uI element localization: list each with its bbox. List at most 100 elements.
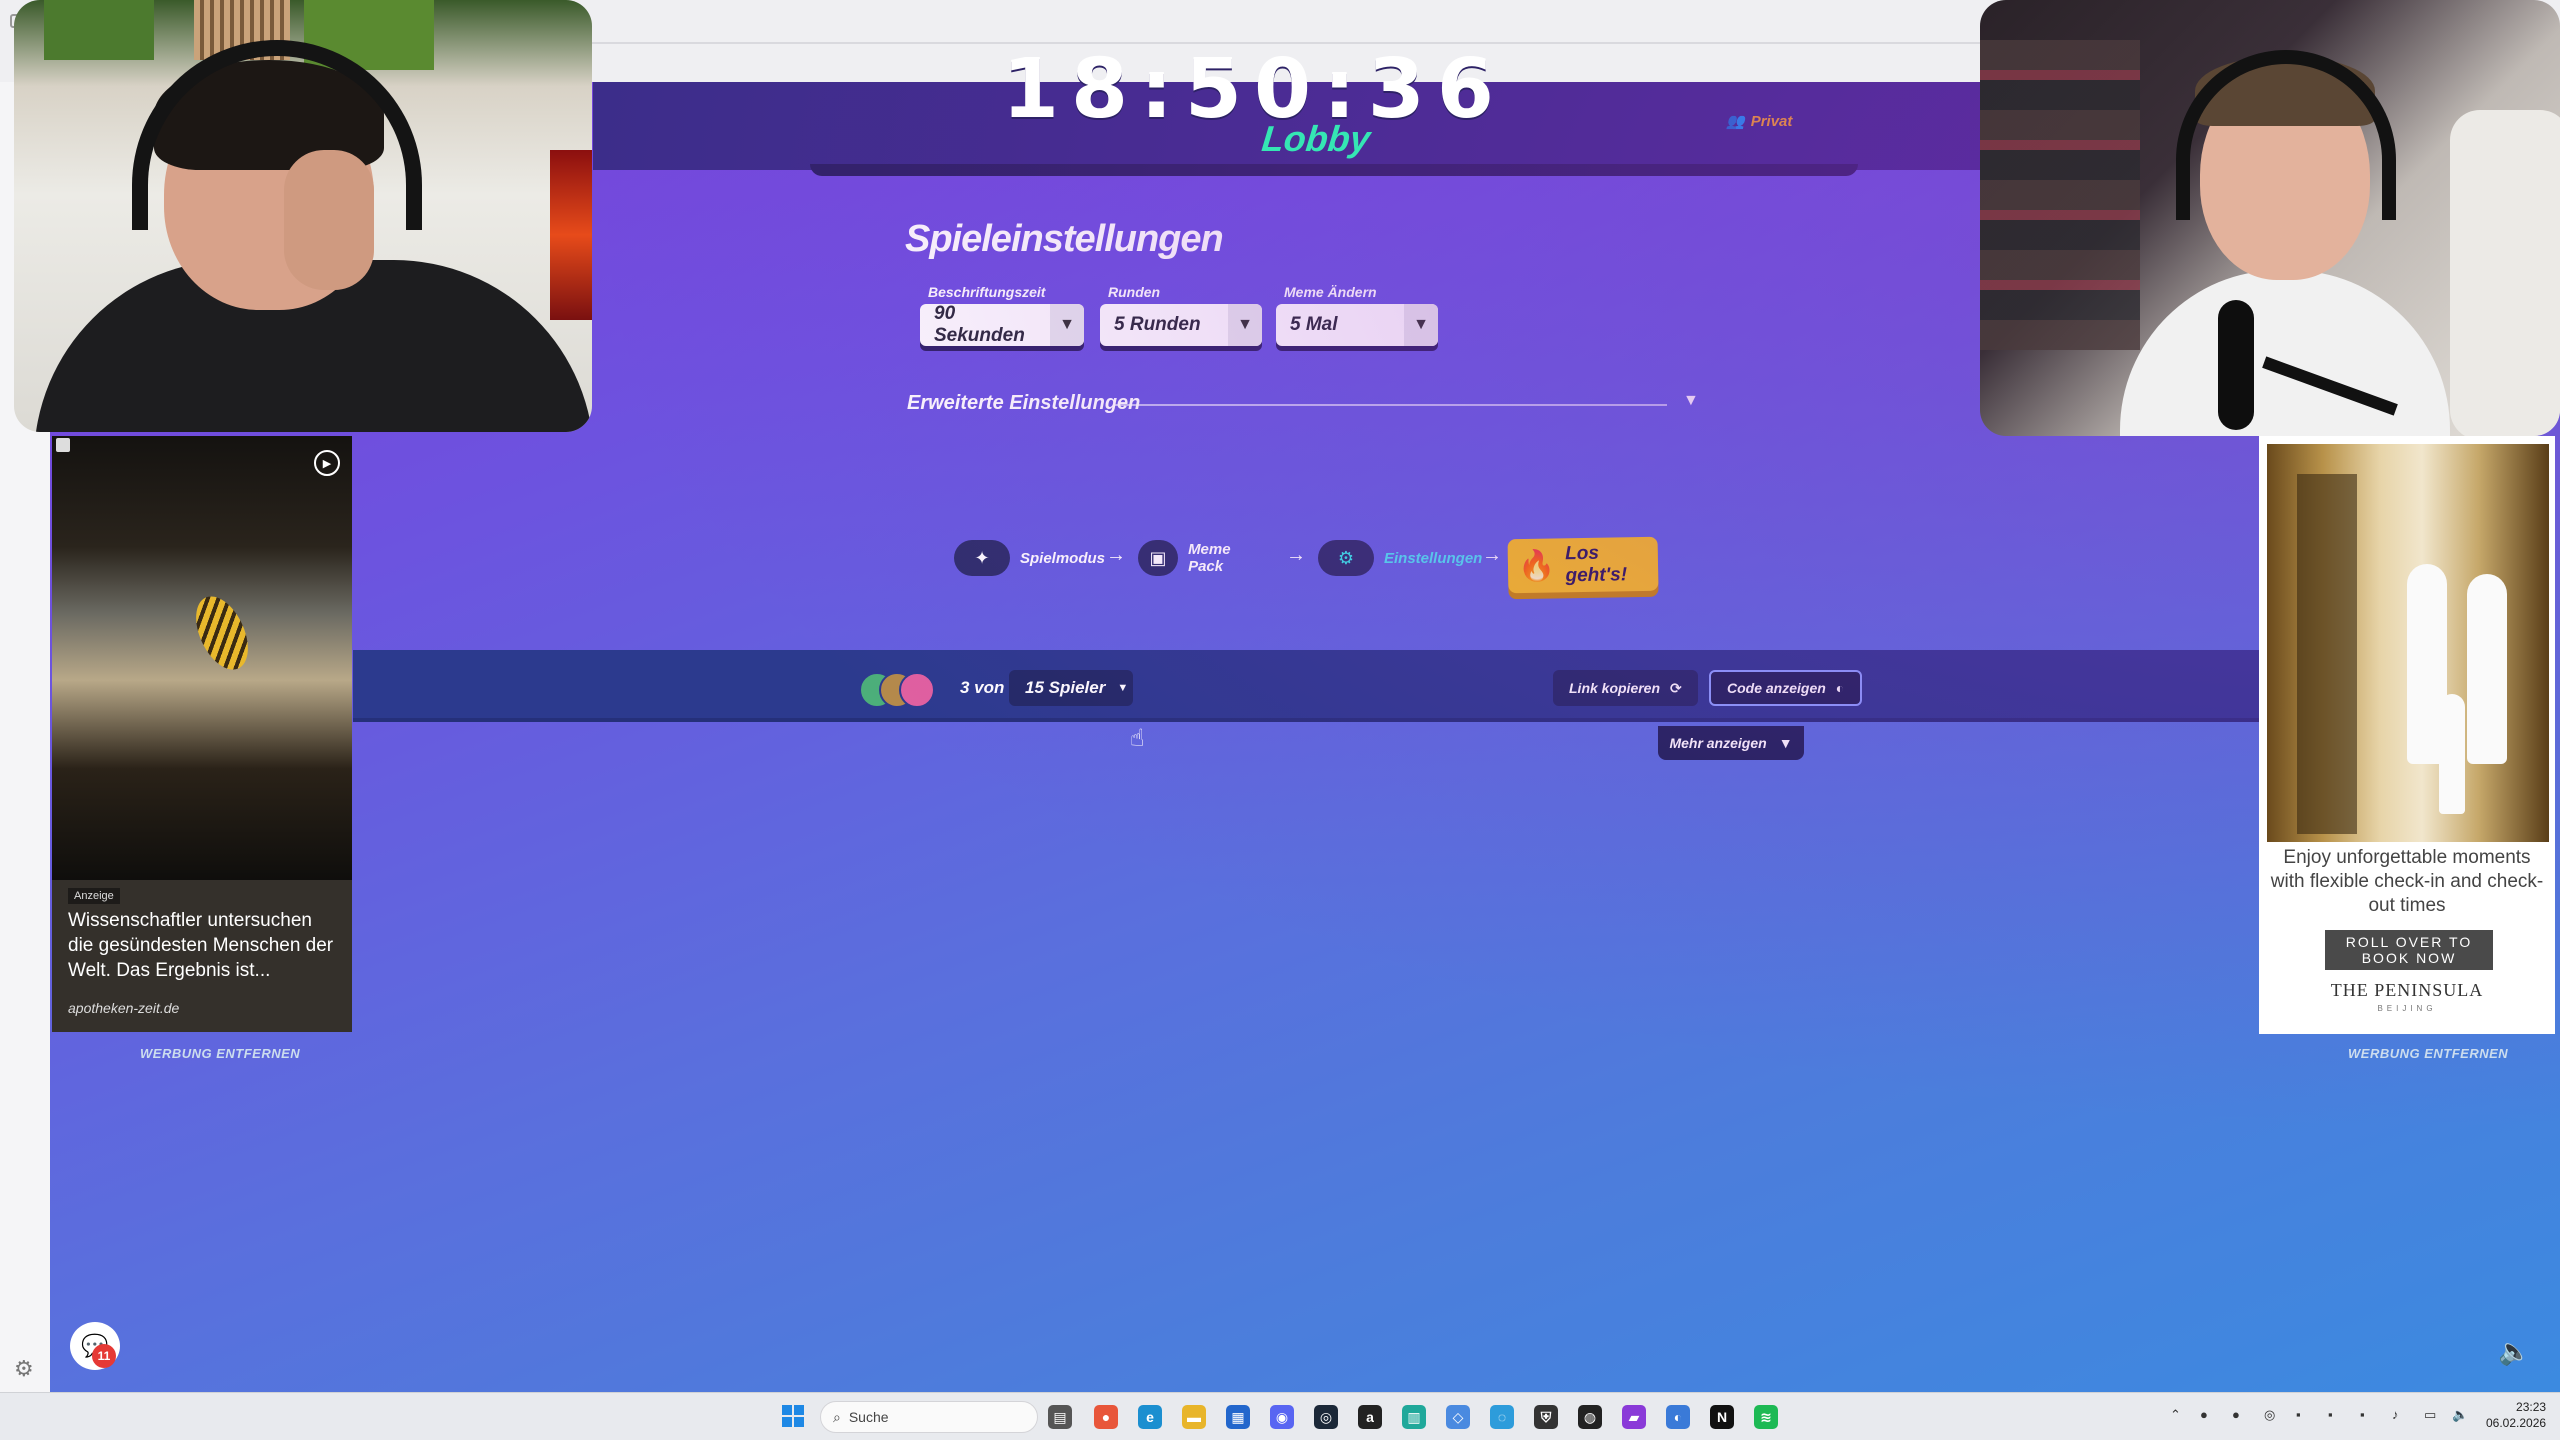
- show-code-button[interactable]: Code anzeigen ◐: [1709, 670, 1863, 706]
- app-a-icon[interactable]: a: [1358, 1405, 1382, 1429]
- audio-app-icon[interactable]: ▥: [1402, 1405, 1426, 1429]
- field-label: Meme Ändern: [1284, 284, 1377, 300]
- caret-down-icon: ▼: [1117, 682, 1129, 694]
- player-bar: 3 von 15 Spieler ▼ Link kopieren ⟳ Code …: [353, 650, 2312, 722]
- ad-person-figure: [2467, 574, 2507, 764]
- taskbar-search[interactable]: ⌕ Suche: [820, 1401, 1038, 1433]
- step-meme-pack[interactable]: ▣ Meme Pack: [1138, 540, 1247, 576]
- start-game-button[interactable]: 🔥 Los geht's!: [1507, 536, 1659, 594]
- volume-icon[interactable]: 🔈: [2452, 1407, 2468, 1423]
- field-meme-change: Meme Ändern 5 Mal ▼: [1276, 284, 1438, 346]
- star-wand-icon: ✦: [954, 540, 1010, 576]
- ad-image: [52, 436, 352, 880]
- step-settings[interactable]: ⚙ Einstellungen: [1318, 540, 1482, 576]
- field-label: Runden: [1108, 284, 1161, 300]
- system-time: 23:23: [2516, 1400, 2547, 1414]
- ad-brand: THE PENINSULA: [2330, 980, 2484, 1000]
- advanced-settings-label: Erweiterte Einstellungen: [907, 392, 1141, 414]
- tray-app-icon[interactable]: ◎: [2264, 1407, 2275, 1423]
- firefox-icon[interactable]: ●: [1094, 1405, 1118, 1429]
- tray-app-icon[interactable]: ●: [2200, 1407, 2208, 1422]
- remove-ads-link-left[interactable]: WERBUNG ENTFERNEN: [140, 1046, 300, 1061]
- folder-icon[interactable]: ▬: [1182, 1405, 1206, 1429]
- caret-down-icon: ▼: [1228, 304, 1262, 346]
- fireplace: [550, 150, 592, 320]
- settings-gear-icon[interactable]: ⚙: [14, 1356, 34, 1382]
- advanced-settings-toggle[interactable]: Erweiterte Einstellungen ▼: [907, 392, 1699, 422]
- select-value: 5 Mal: [1290, 314, 1338, 335]
- ad-left[interactable]: ▶ Anzeige Wissenschaftler untersuchen di…: [52, 436, 352, 1032]
- notion-icon[interactable]: N: [1710, 1405, 1734, 1429]
- meme-change-select[interactable]: 5 Mal ▼: [1276, 304, 1438, 346]
- app-icon[interactable]: ◍: [1578, 1405, 1602, 1429]
- step-label: Einstellungen: [1384, 549, 1483, 567]
- show-code-label: Code anzeigen: [1727, 680, 1826, 696]
- select-value: 5 Runden: [1114, 314, 1201, 335]
- webcam-left: [14, 0, 592, 432]
- ad-source[interactable]: apotheken-zeit.de: [68, 1000, 179, 1016]
- tray-app-icon[interactable]: ▪: [2360, 1407, 2365, 1422]
- app-icon[interactable]: ▰: [1622, 1405, 1646, 1429]
- windows-start-icon[interactable]: [782, 1405, 804, 1427]
- streamer-hand: [284, 150, 374, 290]
- system-clock[interactable]: 23:23 06.02.2026: [2486, 1399, 2546, 1431]
- app-icon[interactable]: ◐: [1666, 1405, 1690, 1429]
- arrow-right-icon: →: [1106, 544, 1126, 566]
- shelf: [1980, 40, 2140, 350]
- stream-clock: 18:50:36: [1002, 42, 1506, 137]
- chat-badge: 11: [92, 1344, 116, 1368]
- ad-photo: [2267, 444, 2549, 842]
- step-game-mode[interactable]: ✦ Spielmodus: [954, 540, 1105, 576]
- ad-tag: Anzeige: [68, 888, 120, 904]
- card-pack-icon: ▣: [1138, 540, 1179, 576]
- store-icon[interactable]: ▦: [1226, 1405, 1250, 1429]
- chair: [2450, 110, 2560, 436]
- task-view-icon[interactable]: ▤: [1048, 1405, 1072, 1429]
- edge-icon[interactable]: e: [1138, 1405, 1162, 1429]
- header-tab: [810, 164, 1858, 176]
- ad-cta-button[interactable]: ROLL OVER TO BOOK NOW: [2325, 930, 2493, 970]
- field-rounds: Runden 5 Runden ▼: [1100, 284, 1262, 346]
- copy-link-button[interactable]: Link kopieren ⟳: [1553, 670, 1698, 706]
- max-players-select[interactable]: 15 Spieler ▼: [1009, 670, 1133, 706]
- caret-down-icon: ▼: [1778, 735, 1793, 751]
- network-icon[interactable]: ▭: [2424, 1407, 2436, 1423]
- settings-title: Spieleinstellungen: [905, 218, 1224, 260]
- remove-ads-link-right[interactable]: WERBUNG ENTFERNEN: [2348, 1046, 2508, 1061]
- search-placeholder: Suche: [848, 1409, 889, 1425]
- lobby-title: Lobby: [1259, 118, 1373, 159]
- app-icon[interactable]: ◇: [1446, 1405, 1470, 1429]
- avatar: [899, 672, 935, 708]
- microphone-tray-icon[interactable]: ♪: [2392, 1407, 2399, 1422]
- caption-time-select[interactable]: 90 Sekunden ▼: [920, 303, 1084, 346]
- speaker-icon[interactable]: 🔈: [2498, 1336, 2530, 1367]
- system-date: 06.02.2026: [2486, 1416, 2547, 1430]
- wall-plant: [44, 0, 154, 60]
- show-more-button[interactable]: Mehr anzeigen ▼: [1658, 726, 1804, 760]
- privacy-toggle[interactable]: 👥 Privat: [1726, 112, 1792, 130]
- caret-down-icon: ▼: [1404, 304, 1438, 346]
- ad-brand-sub: BEIJING: [2377, 1004, 2437, 1013]
- spotify-icon[interactable]: ≋: [1754, 1405, 1778, 1429]
- play-icon[interactable]: ▶: [314, 450, 340, 476]
- privacy-label: Privat: [1750, 113, 1793, 130]
- tray-app-icon[interactable]: ●: [2232, 1407, 2240, 1422]
- steam-icon[interactable]: ◎: [1314, 1405, 1338, 1429]
- discord-icon[interactable]: ◉: [1270, 1405, 1294, 1429]
- max-players-value: 15 Spieler: [1025, 678, 1106, 697]
- show-more-label: Mehr anzeigen: [1669, 735, 1767, 751]
- tray-app-icon[interactable]: ▪: [2328, 1407, 2333, 1422]
- app-icon[interactable]: ◌: [1490, 1405, 1514, 1429]
- streamer-body: [2120, 270, 2450, 436]
- ad-right[interactable]: Enjoy unforgettable moments with flexibl…: [2259, 436, 2555, 1034]
- people-icon: 👥: [1726, 113, 1745, 130]
- ad-child-figure: [2439, 694, 2465, 814]
- tray-app-icon[interactable]: ▪: [2296, 1407, 2301, 1422]
- tray-chevron-icon[interactable]: ⌃: [2170, 1407, 2181, 1423]
- taskbar: ⌕ Suche ▤ ● e ▬ ▦ ◉ ◎ a ▥ ◇ ◌ ⛨ ◍ ▰ ◐ N …: [0, 1392, 2560, 1440]
- adchoices-icon[interactable]: [56, 438, 70, 452]
- ad-headline[interactable]: Wissenschaftler untersuchen die gesündes…: [68, 908, 340, 983]
- rounds-select[interactable]: 5 Runden ▼: [1100, 304, 1262, 346]
- shield-icon[interactable]: ⛨: [1534, 1405, 1558, 1429]
- arrow-right-icon: →: [1482, 544, 1502, 566]
